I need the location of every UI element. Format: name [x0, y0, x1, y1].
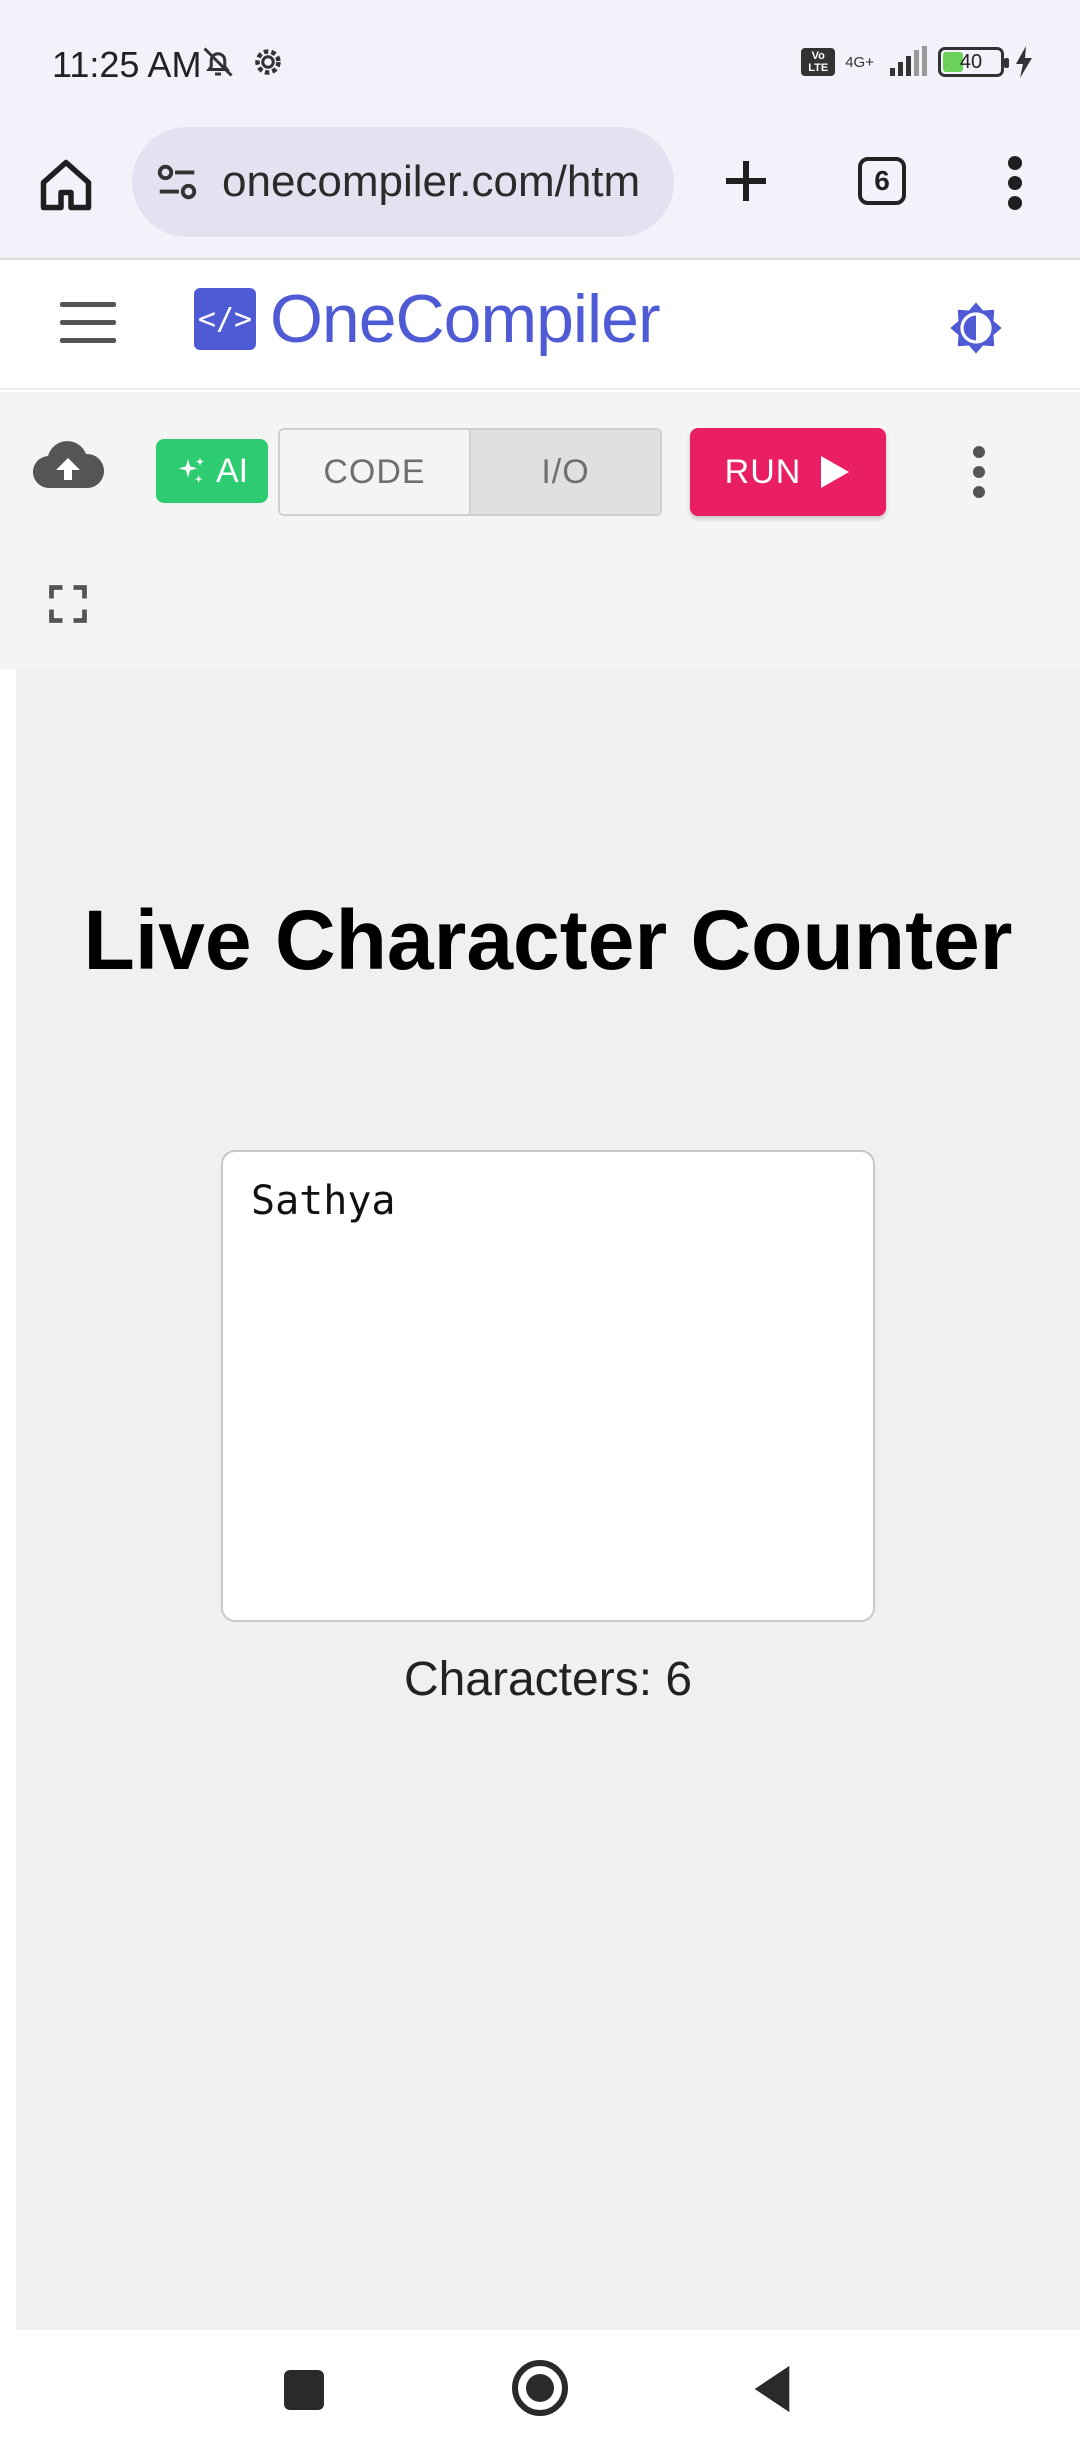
more-vert-icon[interactable] [966, 442, 992, 502]
tab-code[interactable]: CODE [280, 430, 471, 514]
logo-mark[interactable]: </> [194, 288, 256, 350]
text-input-area[interactable]: Sathya [221, 1150, 875, 1622]
new-tab-plus-icon[interactable] [716, 151, 776, 211]
tab-io[interactable]: I/O [471, 430, 660, 514]
browser-toolbar: onecompiler.com/htm 6 [0, 125, 1080, 260]
play-icon [821, 456, 850, 488]
brightness-icon[interactable] [948, 300, 1004, 356]
back-icon[interactable] [752, 2364, 792, 2414]
status-left-icons [200, 44, 286, 80]
run-label: RUN [724, 452, 802, 491]
home-icon[interactable] [512, 2360, 568, 2416]
address-bar[interactable]: onecompiler.com/htm [132, 127, 674, 237]
charging-bolt-icon [1016, 46, 1032, 78]
hamburger-menu-icon[interactable] [60, 302, 116, 348]
recents-icon[interactable] [284, 2370, 324, 2410]
system-nav-bar [0, 2330, 1080, 2460]
character-count: Characters: 6 [403, 1653, 693, 1706]
output-panel: Live Character Counter Sathya Characters… [16, 670, 1080, 2330]
battery-indicator: 40 [938, 47, 1009, 77]
ai-button[interactable]: AI [156, 439, 268, 503]
home-icon[interactable] [36, 155, 96, 215]
cloud-upload-icon[interactable] [32, 436, 104, 492]
volte-badge: Vo LTE [801, 48, 836, 76]
more-vert-icon[interactable] [1000, 153, 1030, 213]
settings-gear-icon [255, 49, 281, 75]
brand-name[interactable]: OneCompiler [270, 280, 661, 358]
tab-switcher-button[interactable]: 6 [858, 157, 906, 205]
site-header: </> OneCompiler [0, 262, 1080, 390]
ai-label: AI [215, 451, 249, 490]
network-type: 4G+ [845, 53, 874, 71]
url-text[interactable]: onecompiler.com/htm [222, 157, 640, 207]
fullscreen-icon[interactable] [46, 582, 90, 626]
site-settings-icon[interactable] [154, 159, 200, 205]
bell-off-icon [203, 47, 233, 77]
page-title: Live Character Counter [83, 893, 1013, 987]
run-button[interactable]: RUN [690, 428, 886, 516]
editor-toolbar: AI CODE I/O RUN [0, 392, 1080, 670]
status-right: Vo LTE 4G+ 40 [801, 46, 1034, 78]
status-time: 11:25 AM [52, 44, 202, 85]
status-bar: 11:25 AM Vo LTE 4G+ 40 [0, 0, 1080, 125]
view-toggle: CODE I/O [278, 428, 662, 516]
signal-icon [890, 46, 927, 76]
battery-level: 40 [959, 50, 983, 73]
sparkle-icon [178, 457, 204, 483]
